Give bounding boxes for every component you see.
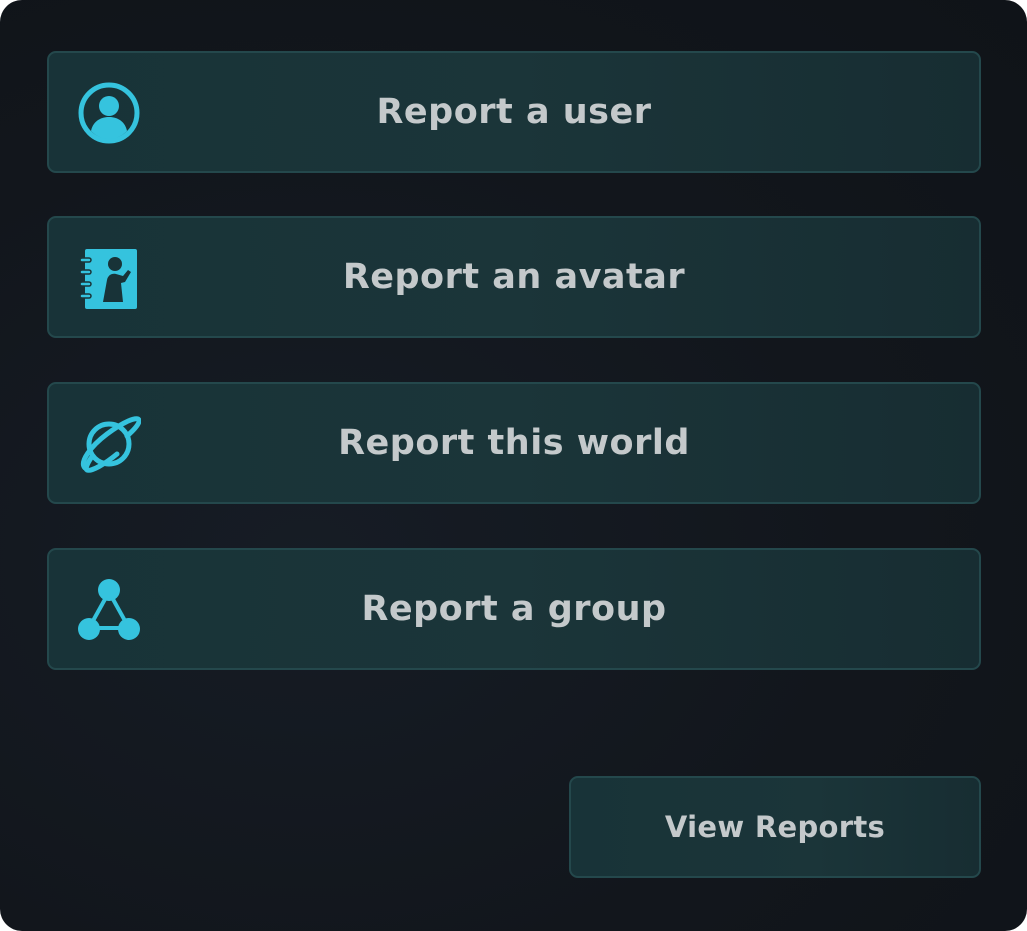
report-world-label: Report this world: [338, 423, 690, 463]
report-avatar-button[interactable]: Report an avatar: [47, 216, 981, 338]
report-group-label: Report a group: [361, 589, 667, 629]
report-avatar-label: Report an avatar: [342, 257, 686, 297]
report-user-button[interactable]: Report a user: [47, 51, 981, 173]
report-panel: Report a user Report an avatar Report th: [0, 0, 1027, 931]
report-user-label: Report a user: [376, 92, 652, 132]
view-reports-button[interactable]: View Reports: [569, 776, 981, 878]
report-group-button[interactable]: Report a group: [47, 548, 981, 670]
view-reports-label: View Reports: [664, 810, 886, 844]
report-world-button[interactable]: Report this world: [47, 382, 981, 504]
